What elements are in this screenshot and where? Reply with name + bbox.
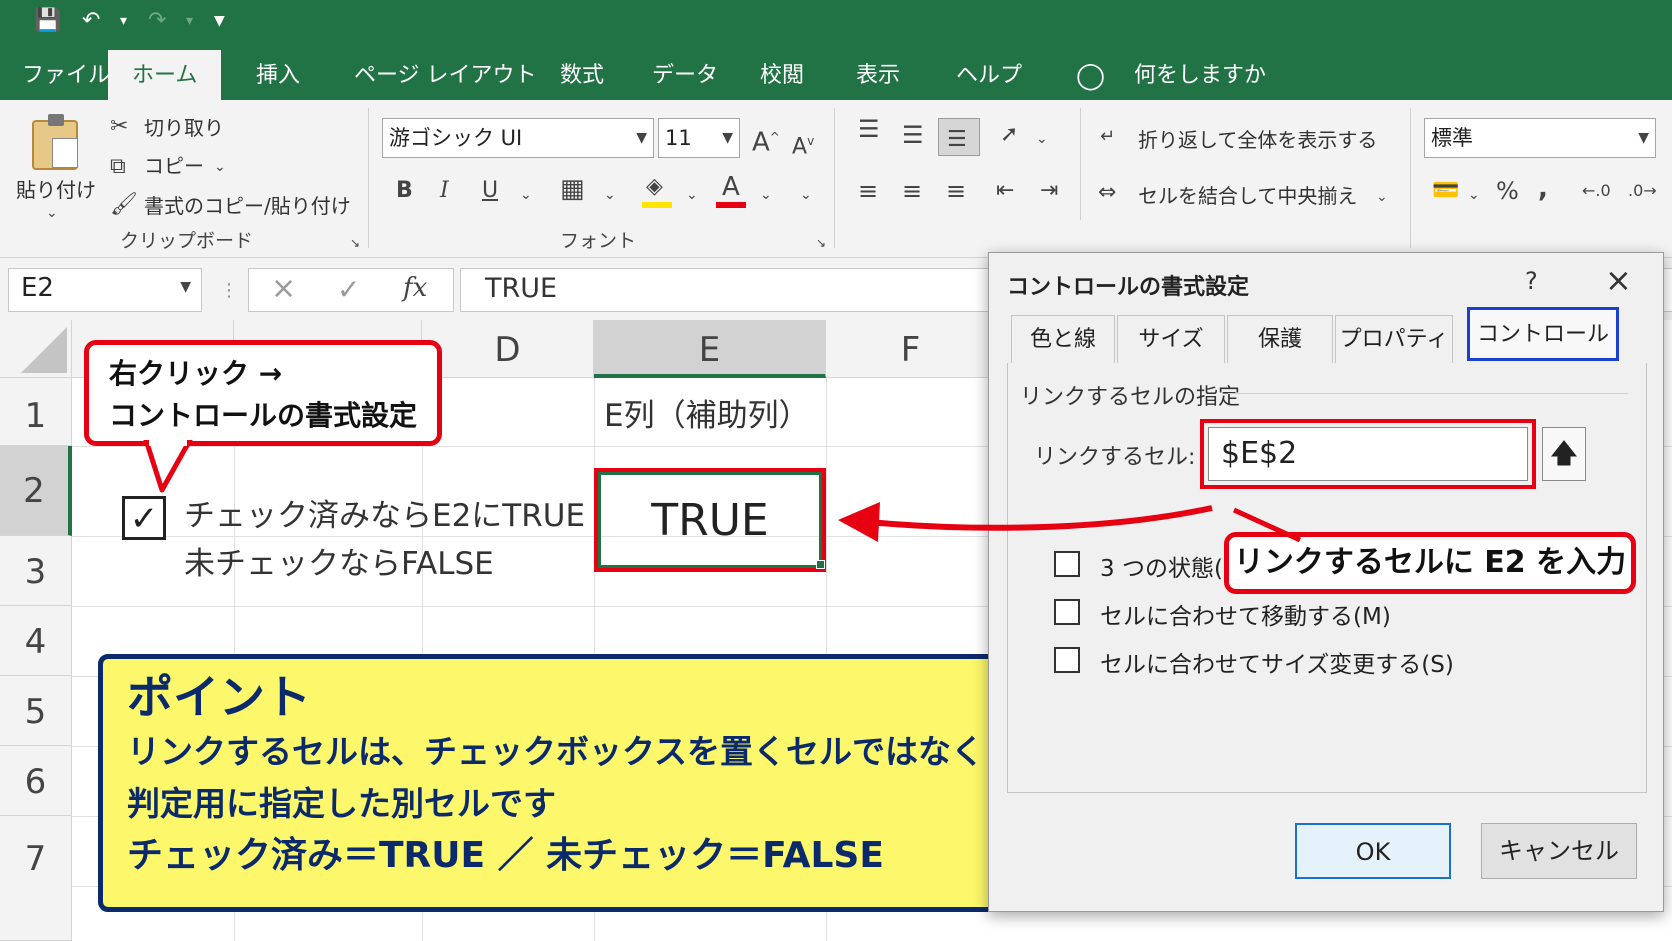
annotation-arrow <box>838 502 1302 543</box>
